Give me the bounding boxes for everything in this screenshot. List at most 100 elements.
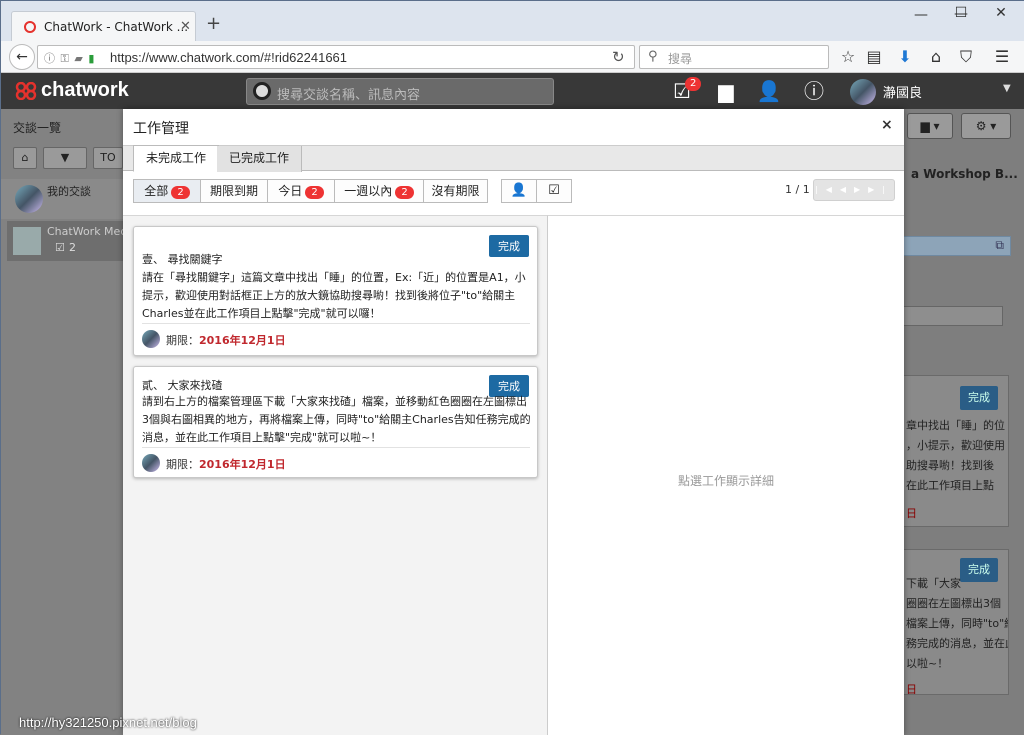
chatwork-logo-text: chatwork [41, 79, 129, 101]
task-management-dialog: 工作管理 × 未完成工作 已完成工作 全部 2 期限到期 今日 2 一週以內 2 沒有… [123, 109, 904, 735]
deadline-date: 2016年12月1日 [199, 458, 286, 471]
room-item-mychat[interactable]: 我的交談 [1, 179, 123, 219]
room-avatar [15, 185, 43, 213]
tab-completed[interactable]: 已完成工作 [217, 146, 303, 172]
browser-tab[interactable]: ChatWork - ChatWork ... ✕ [11, 11, 196, 41]
backdrop-line: 下載「大家 [906, 577, 961, 590]
settings-menu-button[interactable]: ⚙ ▾ [961, 113, 1011, 139]
dialog-title: 工作管理 [133, 121, 189, 137]
deadline-label: 期限： [166, 458, 199, 471]
filter-count: 2 [395, 186, 414, 199]
browser-search-placeholder: 搜尋 [668, 52, 693, 66]
browser-tab-title: ChatWork - ChatWork ... [44, 20, 189, 34]
bookmark-star-icon[interactable]: ☆ [837, 47, 859, 66]
room-name: ChatWork Medi [47, 225, 131, 238]
chatwork-logo[interactable]: chatwork [15, 79, 129, 102]
file-menu-button[interactable]: ▆ ▾ [907, 113, 953, 139]
room-item-chatwork[interactable]: ChatWork Medi ☑ 2 [7, 221, 130, 261]
url-bar[interactable]: ⓘ ⚿ ▰ ▮ https://www.chatwork.com/#!rid62… [37, 45, 635, 69]
reload-icon[interactable]: ↻ [612, 48, 625, 66]
backdrop-line: 在此工作項目上點 [906, 479, 994, 492]
filter-expired[interactable]: 期限到期 [200, 179, 268, 203]
task-count-icon: ☑ [55, 241, 65, 254]
new-tab-icon[interactable]: + [206, 14, 221, 34]
assigned-tasks-icon[interactable]: ☑ [536, 179, 572, 203]
chatwork-logo-icon [15, 82, 37, 100]
browser-window: ChatWork - ChatWork ... ✕ + — — ☐ ✕ ← ⓘ … [0, 0, 1024, 735]
backdrop-line: 檔案上傳，同時"to"給 [906, 617, 1009, 630]
chatwork-favicon-icon [24, 21, 36, 33]
minimize-button[interactable]: — [901, 7, 941, 23]
task-card[interactable]: 完成 貳、 大家來找碴 請到右上方的檔案管理區下載「大家來找碴」檔案，並移動紅色… [133, 366, 538, 478]
folder-icon[interactable]: ▆ [713, 79, 739, 103]
backdrop-line: 助搜尋喲！找到後 [906, 459, 994, 472]
navigation-bar: ← ⓘ ⚿ ▰ ▮ https://www.chatwork.com/#!rid… [1, 41, 1024, 73]
filter-this-week[interactable]: 一週以內 2 [334, 179, 424, 203]
url-text: https://www.chatwork.com/#!rid62241661 [110, 50, 348, 65]
browser-search-box[interactable]: ⚲ 搜尋 [639, 45, 829, 69]
user-avatar[interactable] [850, 79, 876, 105]
filter-count: 2 [305, 186, 324, 199]
tab-strip: ChatWork - ChatWork ... ✕ + — [1, 1, 1024, 41]
watermark: http://hy321250.pixnet.net/blog [19, 715, 197, 730]
chevron-down-icon[interactable]: ▼ [1003, 83, 1011, 94]
assignee-avatar [142, 454, 160, 472]
backdrop-line: 章中找出「睡」的位 [906, 419, 1005, 432]
room-title: a Workshop B... [911, 167, 1018, 181]
detail-placeholder: 點選工作顯示詳細 [677, 474, 774, 488]
search-icon [253, 82, 271, 100]
home-filter-icon[interactable]: ⌂ [13, 147, 37, 169]
backdrop-done-button[interactable]: 完成 [960, 386, 998, 410]
maximize-button[interactable]: ☐ [941, 5, 981, 21]
room-input-field[interactable] [903, 306, 1003, 326]
add-contact-icon[interactable]: 👤 [756, 79, 782, 103]
filter-count: 2 [171, 186, 190, 199]
close-window-button[interactable]: ✕ [981, 5, 1021, 21]
room-action-bar[interactable]: ⧉ [903, 236, 1011, 256]
close-icon[interactable]: × [881, 117, 893, 133]
assignee-avatar [142, 330, 160, 348]
task-title: 壹、 尋找關鍵字 [142, 253, 223, 266]
room-sidebar: 交談一覽 ⌂ ▼ TO 我的交談 ChatWork Medi ☑ 2 [1, 109, 130, 735]
backdrop-date: 日 [906, 507, 917, 520]
backdrop-line: 以啦~！ [906, 657, 949, 670]
message-filter-icon[interactable]: ▼ [43, 147, 87, 169]
task-badge: 2 [685, 77, 702, 91]
app-search-input[interactable]: 搜尋交談名稱、訊息內容 [246, 78, 554, 105]
room-name: 我的交談 [47, 185, 91, 198]
external-link-icon[interactable]: ⧉ [995, 238, 1004, 253]
task-body: 請到右上方的檔案管理區下載「大家來找碴」檔案，並移動紅色圈圈在左圖標出3個與右圖… [142, 395, 531, 444]
my-tasks-icon[interactable]: 👤 [501, 179, 537, 203]
tab-incomplete[interactable]: 未完成工作 [133, 145, 220, 172]
task-footer: 期限：2016年12月1日 [142, 447, 530, 477]
app-header: chatwork 搜尋交談名稱、訊息內容 ☑ 2 ▆ 👤 ⓘ 瀞國良 ▼ [1, 73, 1024, 109]
home-icon[interactable]: ⌂ [925, 47, 947, 66]
download-icon[interactable]: ⬇ [894, 47, 916, 66]
task-tabs: 未完成工作 已完成工作 [123, 145, 904, 172]
pocket-icon[interactable]: ⛉ [955, 47, 977, 67]
task-footer: 期限：2016年12月1日 [142, 323, 530, 353]
filter-today[interactable]: 今日 2 [267, 179, 335, 203]
filter-label: 一週以內 [344, 184, 393, 198]
filter-label: 今日 [278, 184, 303, 198]
app-search-placeholder: 搜尋交談名稱、訊息內容 [277, 88, 421, 103]
close-tab-icon[interactable]: ✕ [180, 12, 191, 41]
task-card[interactable]: 完成 壹、 尋找關鍵字 請在「尋找關鍵字」這篇文章中找出「睡」的位置，Ex:「近… [133, 226, 538, 356]
filter-no-deadline[interactable]: 沒有期限 [423, 179, 488, 203]
deadline-label: 期限： [166, 334, 199, 347]
pagination-controls[interactable]: |◀◀▶▶| [813, 179, 895, 201]
site-info-icon[interactable]: ⓘ ⚿ ▰ ▮ [44, 50, 95, 66]
reading-list-icon[interactable]: ▤ [863, 47, 885, 66]
to-filter-button[interactable]: TO [93, 147, 123, 169]
info-icon[interactable]: ⓘ [801, 79, 827, 103]
pagination-text: 1 / 1 [785, 183, 810, 196]
menu-icon[interactable]: ☰ [991, 47, 1013, 66]
backdrop-line: 務完成的消息，並在此工 [906, 637, 1008, 650]
filter-all[interactable]: 全部 2 [133, 179, 201, 203]
back-button[interactable]: ← [9, 44, 35, 70]
search-icon: ⚲ [648, 49, 658, 64]
task-body: 請在「尋找關鍵字」這篇文章中找出「睡」的位置，Ex:「近」的位置是A1，小提示，… [142, 271, 526, 320]
done-button[interactable]: 完成 [489, 235, 529, 257]
user-name[interactable]: 瀞國良 [883, 82, 922, 101]
room-task-count: 2 [69, 241, 76, 254]
